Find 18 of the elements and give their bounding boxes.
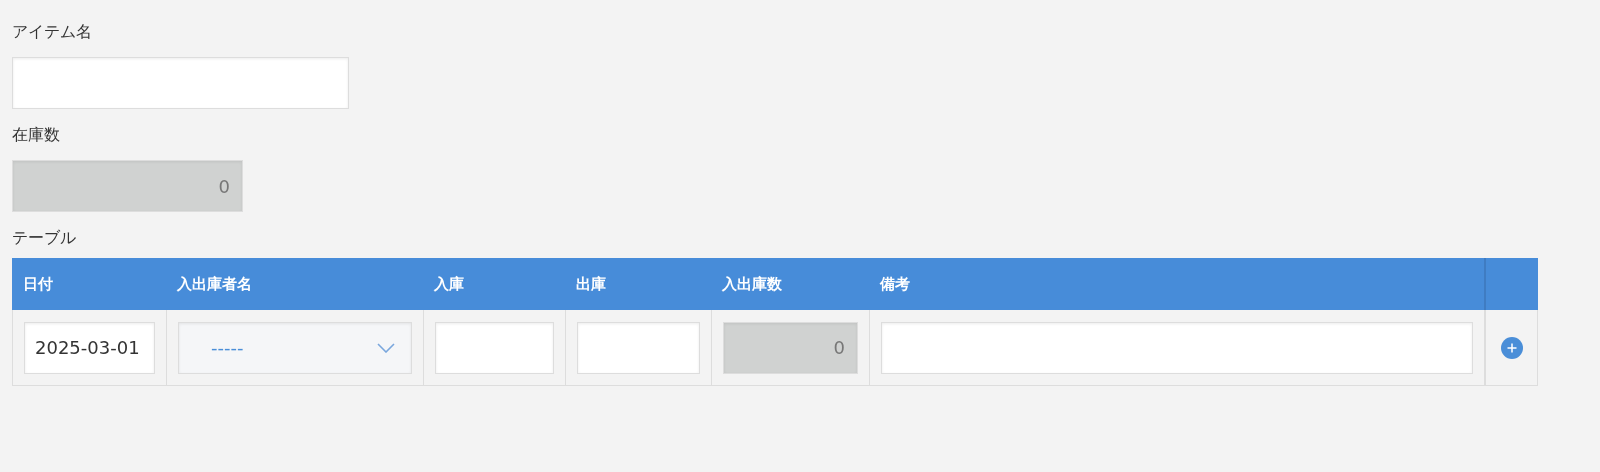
computed-field: 0 xyxy=(12,160,243,212)
column-header: 日付 xyxy=(22,273,54,295)
input-field[interactable]: 2025-03-01 xyxy=(24,321,155,374)
column-header: 入庫 xyxy=(433,273,465,295)
input-field[interactable] xyxy=(577,321,700,374)
field-label: 在庫数 xyxy=(12,125,61,146)
table-title: テーブル xyxy=(12,228,77,249)
input-field[interactable] xyxy=(435,321,554,374)
column-header: 備考 xyxy=(878,273,911,295)
field-label: アイテム名 xyxy=(12,22,93,43)
column-header: 出庫 xyxy=(575,273,607,295)
input-field[interactable] xyxy=(881,321,1473,374)
input-field[interactable] xyxy=(12,57,349,109)
column-header: 入出庫者名 xyxy=(176,273,253,295)
add-row-button[interactable] xyxy=(1500,336,1523,359)
caret-icon xyxy=(377,342,395,353)
computed-field: 0 xyxy=(723,321,858,374)
column-header: 入出庫数 xyxy=(721,273,783,295)
